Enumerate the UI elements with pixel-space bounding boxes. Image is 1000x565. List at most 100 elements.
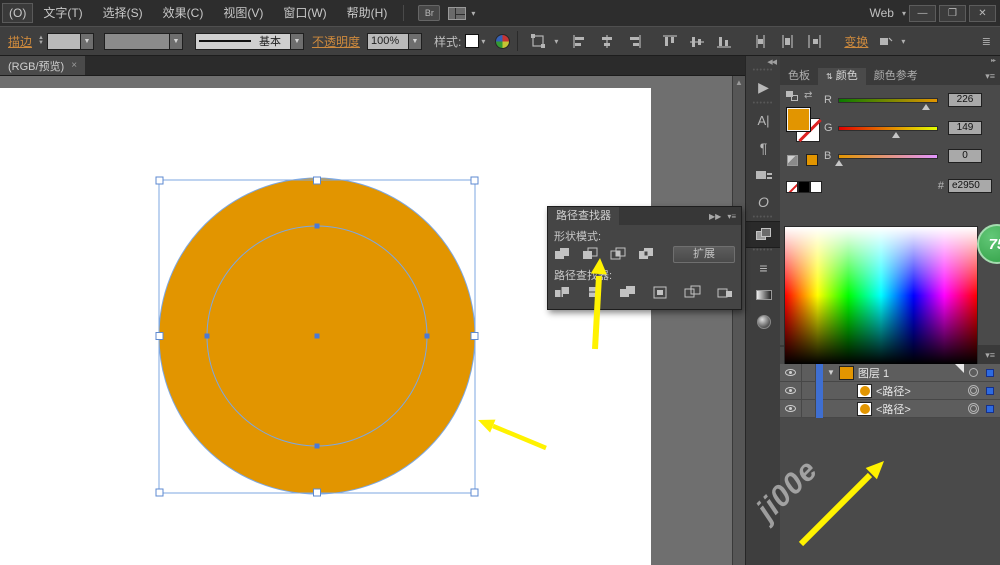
gradient-panel-icon[interactable] [746,281,781,308]
align-bottom-icon[interactable] [716,34,733,49]
chevron-down-icon[interactable]: ▼ [170,33,183,50]
merge-button[interactable] [619,285,637,300]
actions-panel-icon[interactable]: ▶ [746,74,781,101]
layer-row-path1[interactable]: <路径> [780,382,1000,400]
expand-triangle-icon[interactable]: ▼ [827,368,835,377]
chevron-down-icon[interactable]: ▾ [481,37,485,46]
unite-button[interactable] [554,247,572,262]
canvas[interactable]: ▲ [0,76,745,565]
visibility-toggle[interactable] [780,382,802,400]
green-value-field[interactable]: 149 [948,121,982,135]
color-spectrum[interactable] [784,226,978,365]
swap-fill-stroke-icon[interactable]: ⇄ [804,90,812,101]
panel-menu-icon[interactable]: ▾≡ [985,68,1000,85]
outline-button[interactable] [684,285,702,300]
target-indicator[interactable] [964,403,982,414]
restore-button[interactable]: ❐ [939,5,966,22]
distribute-right-icon[interactable] [806,34,823,49]
menu-item-type[interactable]: 文字(T) [33,0,92,26]
recolor-artwork-icon[interactable] [495,34,510,49]
minimize-button[interactable]: — [909,5,936,22]
lock-toggle[interactable] [802,382,816,400]
crop-button[interactable] [652,285,670,300]
slider-thumb[interactable] [892,132,900,138]
slider-thumb[interactable] [922,104,930,110]
selection-indicator[interactable] [982,387,998,395]
chevron-down-icon[interactable]: ▼ [291,33,304,50]
web-safe-color-chip[interactable] [806,154,818,166]
lock-toggle[interactable] [802,400,816,418]
exclude-button[interactable] [638,247,656,262]
align-left-icon[interactable] [572,34,589,49]
isolate-selected-icon[interactable] [877,34,894,49]
slider-thumb[interactable] [835,160,843,166]
stroke-weight-stepper[interactable]: ▲▼ [38,36,44,46]
pathfinder-panel-icon[interactable] [746,221,781,248]
menu-item-select[interactable]: 选择(S) [93,0,153,26]
width-profile-select[interactable] [104,33,170,50]
stroke-weight-input[interactable] [47,33,81,50]
character-panel-icon[interactable]: A| [746,107,781,134]
layer-thumbnail[interactable] [839,366,854,380]
distribute-center-icon[interactable] [779,34,796,49]
none-swatch[interactable] [786,181,798,193]
path-name[interactable]: <路径> [876,401,911,417]
selection-indicator[interactable] [982,405,998,413]
pathfinder-tab[interactable]: 路径查找器 [548,207,619,225]
chevron-down-icon[interactable]: ▾ [901,37,905,46]
layer-row-path2[interactable]: <路径> [780,400,1000,418]
align-center-v-icon[interactable] [689,34,706,49]
bounding-box-icon[interactable] [530,34,547,49]
chevron-down-icon[interactable]: ▼ [81,33,94,50]
style-swatch[interactable] [465,34,479,48]
document-tab[interactable]: (RGB/预览) × [0,56,85,75]
chevron-down-icon[interactable]: ▼ [409,33,422,50]
lock-toggle[interactable] [802,364,816,382]
paragraph-panel-icon[interactable]: ¶ [746,134,781,161]
red-slider[interactable] [838,98,938,103]
tab-swatches[interactable]: 色板 [780,68,818,85]
stroke-panel-icon[interactable]: ≡ [746,254,781,281]
transform-link[interactable]: 变换 [844,33,868,50]
fill-swatch[interactable] [786,107,811,132]
red-value-field[interactable]: 226 [948,93,982,107]
layer-name[interactable]: 图层 1 [858,365,889,381]
paragraph-styles-panel-icon[interactable] [746,161,781,188]
stroke-link[interactable]: 描边 [8,33,32,50]
layer-row-layer1[interactable]: ▼ 图层 1 [780,364,1000,382]
target-indicator[interactable] [964,385,982,396]
web-color-cube-icon[interactable] [787,155,798,166]
menu-item-view[interactable]: 视图(V) [213,0,273,26]
path-thumbnail[interactable] [857,384,872,398]
divide-button[interactable] [554,285,572,300]
intersect-button[interactable] [610,247,628,262]
brush-definition-select[interactable]: 基本 [195,33,291,50]
panel-menu-icon[interactable]: ▾≡ [727,212,736,221]
trim-button[interactable] [587,285,605,300]
visibility-toggle[interactable] [780,400,802,418]
selection-indicator[interactable] [982,369,998,377]
target-indicator[interactable] [964,368,982,377]
menu-item-effect[interactable]: 效果(C) [153,0,214,26]
expand-button[interactable]: 扩展 [673,246,735,263]
blue-value-field[interactable]: 0 [948,149,982,163]
chevron-down-icon[interactable]: ▾ [554,37,558,46]
workspace-layout-icon[interactable] [448,7,466,20]
distribute-left-icon[interactable] [752,34,769,49]
workspace-switcher[interactable]: Web [870,6,894,20]
vertical-scrollbar[interactable]: ▲ [732,76,745,565]
align-right-icon[interactable] [626,34,643,49]
blue-slider[interactable] [838,154,938,159]
green-slider[interactable] [838,126,938,131]
path-thumbnail[interactable] [857,402,872,416]
menu-item-window[interactable]: 窗口(W) [273,0,336,26]
opacity-input[interactable]: 100% [367,33,409,50]
hex-input[interactable]: e2950 [948,179,992,193]
align-center-h-icon[interactable] [599,34,616,49]
transparency-panel-icon[interactable] [746,308,781,335]
bridge-icon[interactable]: Br [418,5,440,21]
panel-menu-icon[interactable]: ≣ [982,35,990,48]
opacity-link[interactable]: 不透明度 [312,33,360,50]
opentype-panel-icon[interactable]: O [746,188,781,215]
minus-back-button[interactable] [717,285,735,300]
